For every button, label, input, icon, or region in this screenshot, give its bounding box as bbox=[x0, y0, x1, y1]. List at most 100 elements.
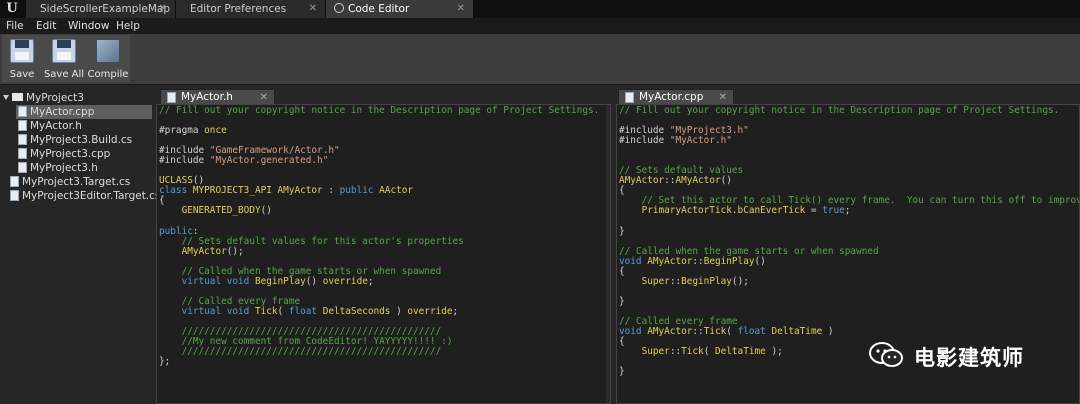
code-token: AMyActor bbox=[675, 175, 721, 187]
menu-bar: File Edit Window Help bbox=[0, 18, 1080, 34]
code-token: BeginPlay bbox=[254, 275, 306, 287]
code-token: ( bbox=[277, 305, 289, 317]
code-token: true bbox=[822, 205, 845, 217]
code-token: AMyActor bbox=[181, 245, 227, 257]
code-token: PrimaryActorTick bbox=[641, 205, 732, 217]
code-token: ////////////////////////////////////////… bbox=[181, 346, 442, 358]
code-token: Tick bbox=[681, 346, 704, 358]
code-token: "MyActor.generated.h" bbox=[209, 155, 329, 167]
tree-item-myproject3-h[interactable]: MyProject3.h bbox=[18, 161, 98, 175]
code-token: () bbox=[305, 275, 323, 287]
menu-file[interactable]: File bbox=[6, 18, 24, 34]
code-token: = bbox=[805, 205, 823, 217]
code-token: BeginPlay bbox=[681, 275, 732, 287]
tree-item-label: MyProject3.cpp bbox=[30, 148, 111, 160]
code-token: ; bbox=[844, 205, 851, 217]
code-editor-icon bbox=[334, 3, 344, 13]
code-token: DeltaTime bbox=[771, 326, 823, 338]
file-icon bbox=[18, 134, 27, 145]
code-token: #include bbox=[619, 135, 670, 147]
code-token: }; bbox=[159, 356, 171, 368]
tree-item-build-cs[interactable]: MyProject3.Build.cs bbox=[18, 133, 132, 147]
code-text[interactable]: // Fill out your copyright notice in the… bbox=[619, 105, 1079, 378]
code-token: "MyActor.h" bbox=[669, 135, 732, 147]
code-token: ( bbox=[703, 346, 715, 358]
code-text[interactable]: // Fill out your copyright notice in the… bbox=[159, 105, 600, 368]
code-token: :: bbox=[692, 326, 704, 338]
save-icon bbox=[10, 39, 34, 63]
code-token: virtual void bbox=[181, 275, 255, 287]
tree-item-label: MyActor.cpp bbox=[30, 106, 95, 118]
project-tree: MyProject3 MyActor.cpp MyActor.h MyProje… bbox=[0, 89, 160, 404]
tree-item-target-cs[interactable]: MyProject3.Target.cs bbox=[10, 175, 130, 189]
code-token: DeltaSeconds bbox=[322, 305, 391, 317]
scrollbar[interactable] bbox=[606, 105, 610, 403]
file-icon bbox=[625, 92, 634, 103]
code-token: // Fill out your copyright notice in the… bbox=[159, 105, 600, 116]
code-token: override bbox=[407, 305, 453, 317]
tab-label: Code Editor bbox=[348, 3, 410, 15]
tree-item-myproject3-cpp[interactable]: MyProject3.cpp bbox=[18, 147, 110, 161]
tree-item-folder[interactable]: MyProject3 bbox=[0, 91, 84, 105]
file-icon bbox=[18, 120, 27, 131]
code-token: (); bbox=[226, 245, 244, 257]
close-icon[interactable]: ✕ bbox=[719, 90, 727, 105]
code-token: () bbox=[754, 255, 766, 267]
tree-item-label: MyProject3Editor.Target.cs bbox=[22, 190, 161, 202]
code-token: public bbox=[339, 185, 380, 197]
menu-window[interactable]: Window bbox=[68, 18, 109, 34]
file-icon bbox=[167, 92, 176, 103]
title-bar: U SideScrollerExampleMap ✕ Editor Prefer… bbox=[0, 0, 1080, 18]
tree-item-myactor-h[interactable]: MyActor.h bbox=[18, 119, 82, 133]
save-all-button[interactable]: Save All bbox=[44, 35, 84, 82]
save-button[interactable]: Save bbox=[2, 35, 42, 82]
toolbar: Save Save All Compile bbox=[0, 34, 1080, 85]
code-token: : bbox=[322, 185, 340, 197]
toolbar-group: Save Save All Compile bbox=[2, 35, 130, 82]
menu-edit[interactable]: Edit bbox=[36, 18, 56, 34]
tree-item-myactor-cpp[interactable]: MyActor.cpp bbox=[16, 105, 152, 119]
tree-item-editor-target-cs[interactable]: MyProject3Editor.Target.cs bbox=[10, 189, 160, 203]
code-token: ) bbox=[390, 305, 408, 317]
compile-button[interactable]: Compile bbox=[88, 35, 128, 82]
file-icon bbox=[18, 106, 27, 117]
close-icon[interactable]: ✕ bbox=[309, 0, 317, 18]
code-token: ; bbox=[367, 275, 374, 287]
close-icon[interactable]: ✕ bbox=[159, 0, 167, 18]
wechat-icon bbox=[869, 342, 903, 367]
editor-tab-myactor-h[interactable]: MyActor.h ✕ bbox=[160, 89, 275, 104]
code-token: } bbox=[619, 295, 625, 307]
code-token: :: bbox=[692, 255, 704, 267]
code-editor-header[interactable]: // Fill out your copyright notice in the… bbox=[156, 104, 611, 404]
save-all-button-label: Save All bbox=[43, 69, 85, 80]
file-icon bbox=[18, 148, 27, 159]
menu-help[interactable]: Help bbox=[116, 18, 140, 34]
code-token: } bbox=[619, 366, 625, 378]
tab-label: Editor Preferences bbox=[190, 3, 287, 15]
code-token: :: bbox=[664, 175, 676, 187]
tab-editor-preferences[interactable]: Editor Preferences ✕ bbox=[176, 0, 326, 18]
editor-tab-myactor-cpp[interactable]: MyActor.cpp ✕ bbox=[618, 89, 734, 104]
code-token: float bbox=[737, 326, 772, 338]
code-token: override bbox=[322, 275, 368, 287]
compile-button-label: Compile bbox=[87, 69, 129, 80]
expand-arrow-icon[interactable] bbox=[3, 95, 9, 100]
tree-item-label: MyProject3.h bbox=[30, 162, 98, 174]
code-token: AMyActor bbox=[647, 255, 693, 267]
code-token: :: bbox=[669, 275, 682, 287]
tree-item-label: MyProject3.Build.cs bbox=[30, 134, 133, 146]
close-icon[interactable]: ✕ bbox=[260, 90, 268, 105]
tab-side-scroller-map[interactable]: SideScrollerExampleMap ✕ bbox=[26, 0, 176, 18]
code-token: // Fill out your copyright notice in the… bbox=[619, 105, 1060, 116]
code-token: (); bbox=[731, 275, 749, 287]
tab-code-editor[interactable]: Code Editor ✕ bbox=[326, 0, 474, 18]
code-token: Tick bbox=[254, 305, 278, 317]
close-icon[interactable]: ✕ bbox=[457, 0, 465, 18]
